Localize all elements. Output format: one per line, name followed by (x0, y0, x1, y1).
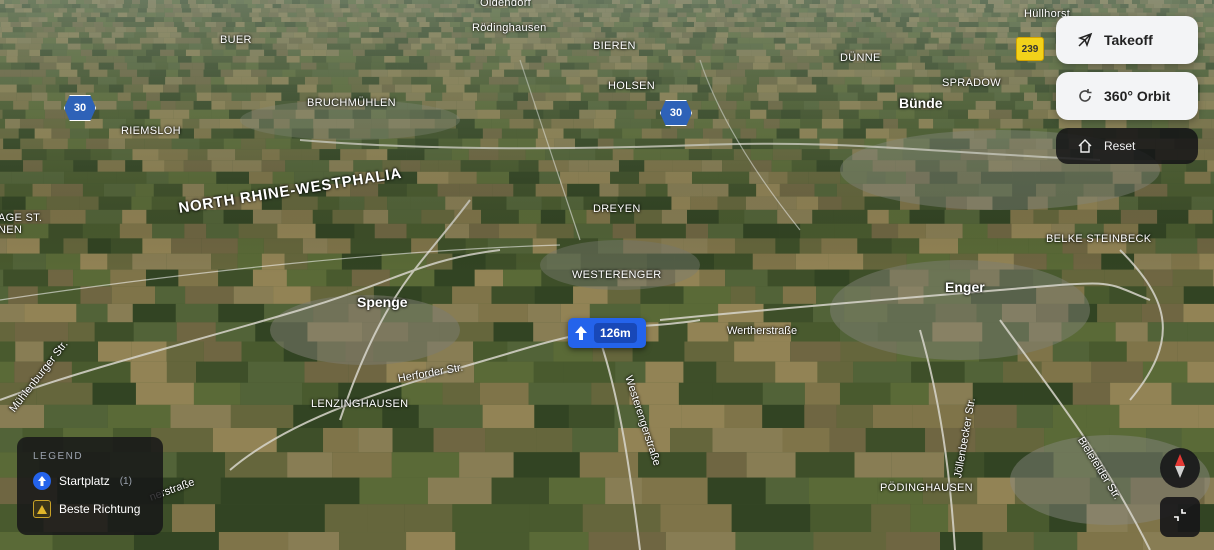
fullscreen-button[interactable] (1160, 497, 1200, 537)
rotate-icon (1076, 87, 1094, 105)
legend-item-startplatz: Startplatz (1) (33, 472, 147, 490)
town-label: Spenge (357, 294, 408, 310)
place-label: HOLSEN (608, 80, 656, 92)
legend-count: (1) (119, 475, 132, 487)
place-label: NEN (0, 224, 23, 236)
place-label: BUER (220, 34, 252, 46)
altitude-badge: 126m (594, 323, 637, 343)
legend-label: Startplatz (59, 474, 110, 488)
legend-panel: LEGEND Startplatz (1) Beste Richtung (17, 437, 163, 535)
place-label: RIEMSLOH (121, 125, 181, 137)
place-label: BELKE STEINBECK (1046, 233, 1152, 245)
place-label: Rödinghausen (472, 22, 547, 34)
blue-circle-arrow-icon (33, 472, 51, 490)
launch-site-marker[interactable]: 126m (568, 318, 646, 348)
road-shield: 30 (660, 100, 692, 126)
place-label: SPRADOW (942, 77, 1001, 89)
orbit-button[interactable]: 360° Orbit (1056, 72, 1198, 120)
place-label: Oldendorf (480, 0, 532, 9)
place-label: LENZINGHAUSEN (311, 398, 409, 410)
street-label: Wertherstraße (727, 325, 798, 337)
plane-icon (1076, 31, 1094, 49)
place-label: BIEREN (593, 40, 636, 52)
takeoff-label: Takeoff (1104, 32, 1153, 48)
takeoff-button[interactable]: Takeoff (1056, 16, 1198, 64)
town-label: Bünde (899, 95, 943, 111)
compass-button[interactable] (1160, 448, 1200, 488)
place-label: WESTERENGER (572, 269, 662, 281)
reset-label: Reset (1104, 139, 1136, 153)
town-label: Enger (945, 279, 985, 295)
arrow-up-icon (568, 318, 594, 348)
road-shield: 30 (64, 95, 96, 121)
place-label: DREYEN (593, 203, 641, 215)
road-shield-yellow: 239 (1016, 37, 1044, 61)
orbit-label: 360° Orbit (1104, 88, 1171, 104)
legend-item-beste-richtung: Beste Richtung (33, 500, 147, 518)
legend-title: LEGEND (33, 451, 84, 462)
reset-button[interactable]: Reset (1056, 128, 1198, 164)
home-icon (1076, 137, 1094, 155)
place-label: DÜNNE (840, 52, 881, 64)
place-label: AGE ST. (0, 212, 43, 224)
place-label: PÖDINGHAUSEN (880, 482, 973, 494)
yellow-triangle-icon (33, 500, 51, 518)
collapse-icon (1173, 508, 1187, 527)
legend-label: Beste Richtung (59, 502, 141, 516)
compass-icon (1174, 453, 1186, 483)
place-label: BRUCHMÜHLEN (307, 97, 396, 109)
